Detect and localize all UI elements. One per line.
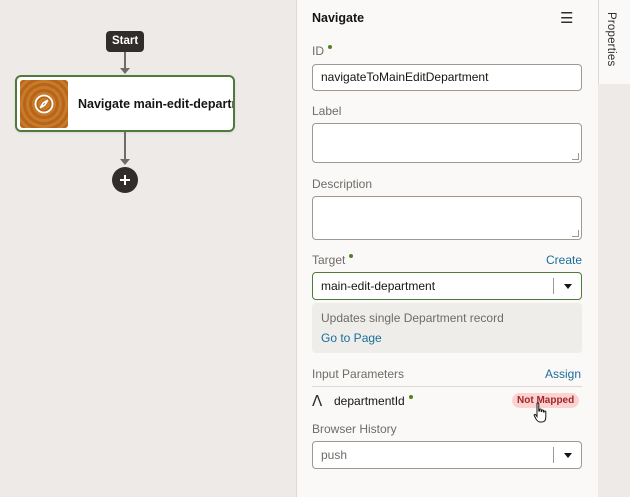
target-info-text: Updates single Department record xyxy=(321,311,504,325)
required-dot-icon xyxy=(349,254,354,258)
browser-history-select[interactable]: push xyxy=(312,441,582,469)
required-dot-icon xyxy=(408,395,413,399)
id-input[interactable]: navigateToMainEditDepartment xyxy=(312,64,582,91)
node-title: Navigate main-edit-department xyxy=(78,96,233,111)
connector-arrow-icon xyxy=(120,159,130,165)
flow-canvas: Start Navigate main-edit-department xyxy=(0,0,296,497)
connector-arrow-icon xyxy=(120,68,130,74)
node-icon-tile xyxy=(20,79,68,128)
browser-history-value: push xyxy=(321,448,348,462)
id-label: ID xyxy=(312,44,332,58)
resize-grip-icon[interactable] xyxy=(572,153,579,160)
tab-properties-label: Properties xyxy=(605,12,617,67)
chevron-down-icon[interactable] xyxy=(564,284,572,289)
compass-icon xyxy=(34,94,54,113)
go-to-page-link[interactable]: Go to Page xyxy=(321,331,382,345)
hand-cursor-icon xyxy=(533,402,547,423)
target-info-box: Updates single Department record Go to P… xyxy=(312,303,582,353)
panel-title: Navigate xyxy=(312,11,365,25)
target-label: Target xyxy=(312,253,354,267)
navigate-node[interactable]: Navigate main-edit-department xyxy=(15,75,235,132)
chevron-down-icon[interactable] xyxy=(564,453,572,458)
resize-grip-icon[interactable] xyxy=(572,230,579,237)
input-parameters-label: Input Parameters xyxy=(312,367,405,381)
input-parameters-header: Input Parameters Assign xyxy=(312,365,582,387)
required-dot-icon xyxy=(328,45,332,49)
add-step-button[interactable] xyxy=(112,167,138,193)
select-divider xyxy=(553,278,554,294)
properties-panel: Navigate ☰ ID navigateToMainEditDepartme… xyxy=(296,0,598,497)
select-divider xyxy=(553,447,554,463)
label-field-label: Label xyxy=(312,104,342,118)
description-textarea[interactable] xyxy=(312,196,582,240)
connector-end xyxy=(124,132,126,160)
description-label: Description xyxy=(312,177,373,191)
plus-icon xyxy=(120,175,130,185)
label-textarea[interactable] xyxy=(312,123,582,163)
start-badge: Start xyxy=(106,31,145,52)
target-select-value: main-edit-department xyxy=(321,279,436,293)
tab-properties[interactable]: Properties xyxy=(598,0,630,84)
parameter-name: departmentId xyxy=(334,394,413,408)
browser-history-label: Browser History xyxy=(312,422,397,436)
create-link[interactable]: Create xyxy=(546,253,582,267)
target-select[interactable]: main-edit-department xyxy=(312,272,582,300)
connector-start xyxy=(124,52,126,69)
side-tab-rail: Properties xyxy=(598,0,630,497)
assign-link[interactable]: Assign xyxy=(545,367,581,381)
text-type-icon: Ʌ xyxy=(312,392,323,410)
hamburger-icon[interactable]: ☰ xyxy=(560,9,573,27)
